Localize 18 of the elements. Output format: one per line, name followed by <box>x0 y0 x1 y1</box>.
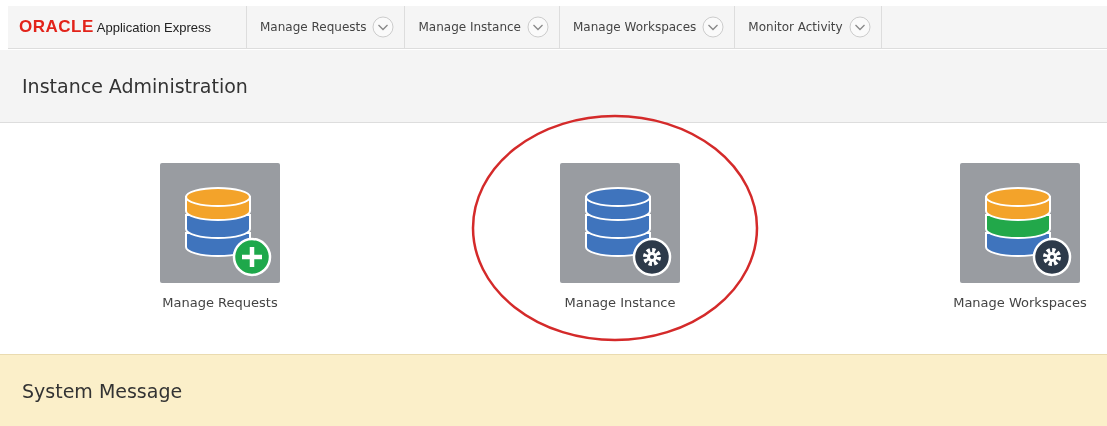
page-title: Instance Administration <box>22 75 248 97</box>
admin-tile[interactable]: Manage Requests <box>20 163 420 354</box>
database-tile-icon <box>160 163 280 283</box>
chevron-down-icon <box>702 16 725 38</box>
brand-logo: ORACLE <box>19 17 94 37</box>
chevron-down-icon <box>527 16 549 38</box>
chevron-down-icon <box>372 16 395 38</box>
nav-menu-button[interactable]: Manage Requests <box>247 6 406 48</box>
database-tile-icon <box>560 163 680 283</box>
product-name: Application Express <box>96 19 211 35</box>
admin-tile[interactable]: Manage Workspaces <box>820 163 1107 354</box>
region-title: System Message <box>22 380 183 402</box>
nav-menu-button[interactable]: Manage Workspaces <box>560 6 736 48</box>
admin-tile[interactable]: Manage Instance <box>420 163 820 354</box>
chevron-down-icon <box>848 16 871 38</box>
nav-menu-button[interactable]: Monitor Activity <box>735 6 882 48</box>
database-tile-icon <box>960 163 1080 283</box>
nav-menu-button[interactable]: Manage Instance <box>405 6 560 48</box>
